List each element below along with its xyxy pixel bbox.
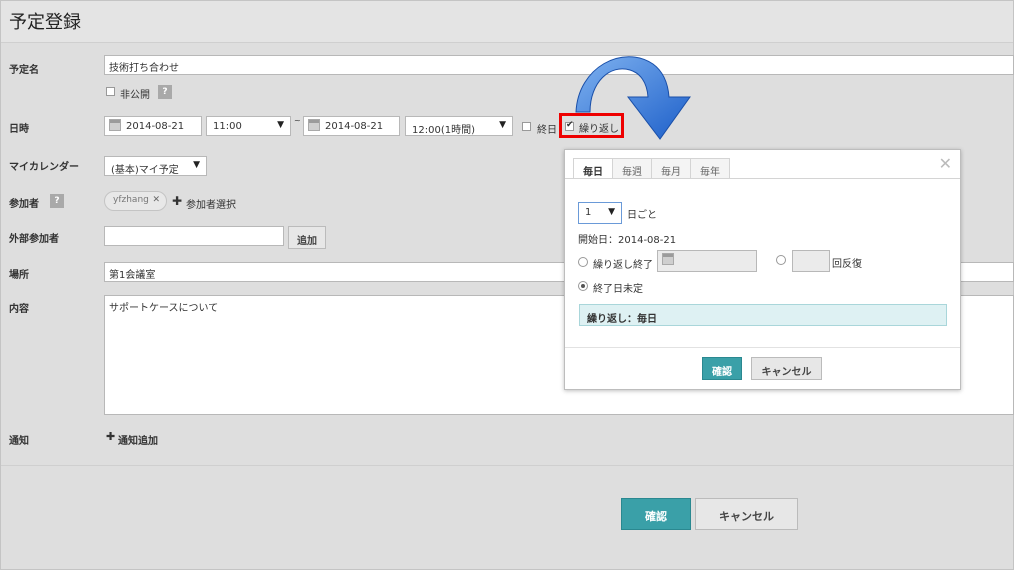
- cancel-button[interactable]: キャンセル: [695, 498, 798, 530]
- end-date-value: 2014-08-21: [325, 121, 384, 132]
- start-time-select[interactable]: 11:00 ▼: [206, 116, 291, 136]
- start-date-input[interactable]: 2014-08-21: [104, 116, 202, 136]
- attendee-tag-name: yfzhang: [113, 195, 149, 205]
- attendees-help-icon[interactable]: ?: [50, 194, 64, 208]
- title-bar: 予定登録: [1, 1, 1013, 43]
- popup-cancel-button[interactable]: キャンセル: [751, 357, 822, 380]
- tab-yearly[interactable]: 毎年: [691, 158, 730, 179]
- popup-footer-divider: [565, 347, 960, 348]
- footer-divider: [1, 465, 1013, 466]
- subject-label: 予定名: [9, 65, 39, 76]
- external-attendees-input[interactable]: [104, 226, 284, 246]
- count-radio[interactable]: [776, 255, 786, 265]
- calendar-icon: [109, 119, 121, 131]
- plus-icon[interactable]: ✚: [106, 430, 115, 443]
- tab-weekly[interactable]: 毎週: [613, 158, 652, 179]
- add-notification-link[interactable]: 通知追加: [118, 432, 158, 447]
- tab-monthly[interactable]: 毎月: [652, 158, 691, 179]
- end-date-radio[interactable]: [578, 257, 588, 267]
- chevron-down-icon: ▼: [277, 120, 284, 130]
- interval-suffix: 日ごと: [627, 210, 657, 221]
- datetime-label: 日時: [9, 124, 29, 135]
- repeat-count-input[interactable]: [792, 250, 830, 272]
- allday-checkbox[interactable]: [522, 122, 531, 131]
- location-label: 場所: [9, 270, 29, 281]
- end-date-input[interactable]: 2014-08-21: [303, 116, 400, 136]
- notify-label: 通知: [9, 436, 29, 447]
- repeat-summary: 繰り返し：毎日: [579, 304, 947, 326]
- plus-icon[interactable]: ✚: [172, 194, 182, 208]
- allday-label: 終日: [537, 125, 557, 136]
- private-help-icon[interactable]: ?: [158, 85, 172, 99]
- repeat-end-date-input[interactable]: [657, 250, 757, 272]
- remove-icon[interactable]: ✕: [152, 195, 160, 205]
- repeat-tabs: 毎日 毎週 毎月 毎年: [573, 158, 730, 179]
- start-date-value: 2014-08-21: [126, 121, 185, 132]
- subject-input[interactable]: 技術打ち合わせ: [104, 55, 1014, 75]
- calendar-select-value: (基本)マイ予定: [111, 165, 179, 176]
- end-time-select[interactable]: 12:00(1時間) ▼: [405, 116, 513, 136]
- private-label: 非公開: [120, 90, 150, 101]
- close-icon[interactable]: ✕: [939, 154, 952, 173]
- end-date-option-label: 繰り返し終了: [593, 260, 653, 271]
- interval-select[interactable]: 1 ▼: [578, 202, 622, 224]
- repeat-popup: 毎日 毎週 毎月 毎年 ✕ 1 ▼ 日ごと 開始日：2014-08-21 繰り返…: [564, 149, 961, 390]
- private-checkbox[interactable]: [106, 87, 115, 96]
- external-add-button[interactable]: 追加: [288, 226, 326, 249]
- calendar-icon: [308, 119, 320, 131]
- no-end-label: 終了日未定: [593, 284, 643, 295]
- confirm-button[interactable]: 確認: [621, 498, 691, 530]
- curved-arrow-icon: [575, 56, 691, 140]
- date-range-separator: ~: [294, 116, 301, 125]
- interval-value: 1: [585, 207, 592, 218]
- attendee-tag: yfzhang ✕: [104, 191, 167, 211]
- popup-confirm-button[interactable]: 確認: [702, 357, 742, 380]
- no-end-radio[interactable]: [578, 281, 588, 291]
- calendar-label: マイカレンダー: [9, 162, 79, 173]
- content-label: 内容: [9, 304, 29, 315]
- end-time-value: 12:00(1時間): [412, 125, 475, 136]
- calendar-select[interactable]: (基本)マイ予定 ▼: [104, 156, 207, 176]
- chevron-down-icon: ▼: [608, 207, 615, 217]
- repeat-start-date: 開始日：2014-08-21: [578, 235, 677, 246]
- chevron-down-icon: ▼: [193, 160, 200, 170]
- page-title: 予定登録: [9, 12, 81, 33]
- tab-daily[interactable]: 毎日: [573, 158, 613, 179]
- count-suffix: 回反復: [832, 259, 862, 270]
- external-attendees-label: 外部参加者: [9, 234, 59, 245]
- start-time-value: 11:00: [213, 121, 242, 132]
- tab-underline: [565, 178, 960, 179]
- select-attendees-link[interactable]: 参加者選択: [186, 196, 236, 211]
- attendees-label: 参加者: [9, 199, 39, 210]
- calendar-icon: [662, 253, 674, 265]
- chevron-down-icon: ▼: [499, 120, 506, 130]
